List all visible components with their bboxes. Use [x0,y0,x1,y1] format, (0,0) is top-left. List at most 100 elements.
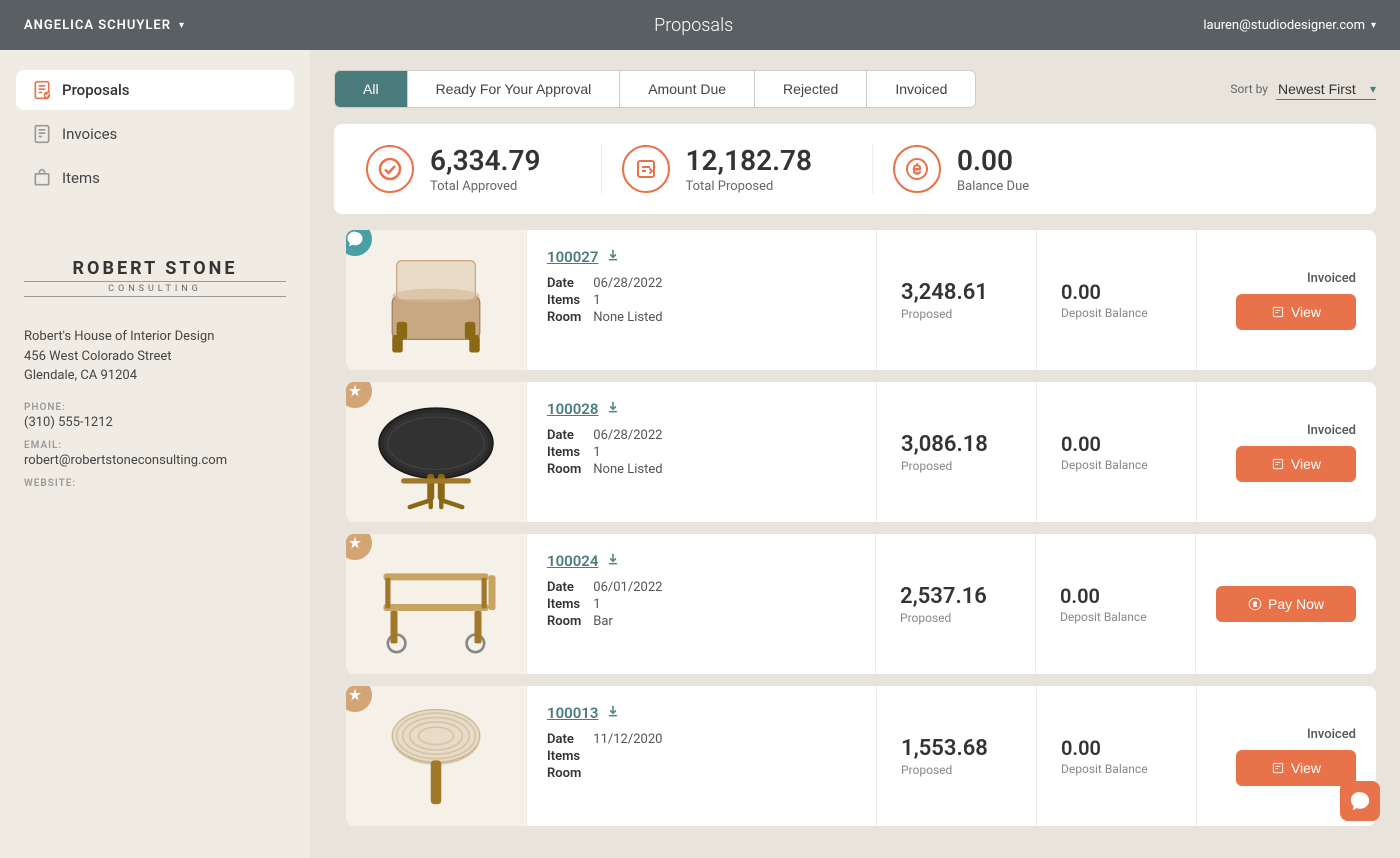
proposal-body: 100027 Date 06/28/2022 Items 1 Room None… [526,230,876,370]
proposal-room: None Listed [593,310,856,325]
company-email: robert@robertstoneconsulting.com [24,453,286,468]
proposal-items [593,749,856,764]
chair-svg [366,240,506,360]
company-phone: (310) 555-1212 [24,415,286,430]
sidebar-proposals-label: Proposals [62,81,130,99]
proposal-room: Bar [593,614,855,629]
proposal-amount: 3,248.61 Proposed [876,230,1036,370]
download-icon[interactable] [606,248,620,266]
email-label-field: EMAIL: [24,440,286,451]
date-label: Date [547,276,581,291]
user-email[interactable]: lauren@studiodesigner.com [1203,18,1365,33]
proposal-header: 100027 [547,248,856,266]
deposit-label: Deposit Balance [1061,762,1172,776]
email-chevron-icon[interactable]: ▾ [1371,20,1376,31]
proposal-deposit: 0.00 Deposit Balance [1036,230,1196,370]
stat-approved-values: 6,334.79 Total Approved [430,144,541,194]
proposal-header: 100024 [547,552,855,570]
proposal-action: Pay Now [1195,534,1376,674]
balance-label: Balance Due [957,179,1029,194]
items-icon [32,168,52,188]
date-label: Date [547,428,581,443]
deposit-label: Deposit Balance [1061,458,1172,472]
tab-all[interactable]: All [335,71,408,107]
nav-right: lauren@studiodesigner.com ▾ [1203,18,1376,33]
proposal-meta: Date 06/01/2022 Items 1 Room Bar [547,580,855,629]
proposal-action: Invoiced View [1196,382,1376,522]
sidebar-item-items[interactable]: Items [16,158,294,198]
proposal-image [346,534,526,674]
tab-amount-due[interactable]: Amount Due [620,71,755,107]
proposal-body: 100028 Date 06/28/2022 Items 1 Room None… [526,382,876,522]
date-label: Date [547,732,581,747]
stat-balance: 0.00 Balance Due [872,144,1049,194]
sort-select[interactable]: Newest First Oldest First [1276,79,1376,100]
proposal-room [593,766,856,781]
tab-ready[interactable]: Ready For Your Approval [408,71,621,107]
proposal-room: None Listed [593,462,856,477]
download-icon[interactable] [606,400,620,418]
room-label: Room [547,614,581,629]
proposal-id[interactable]: 100013 [547,704,598,722]
table-svg [366,392,506,512]
stats-card: 6,334.79 Total Approved 12,182.78 Total … [334,124,1376,214]
proposal-meta: Date 06/28/2022 Items 1 Room None Listed [547,276,856,325]
main-content: All Ready For Your Approval Amount Due R… [310,50,1400,858]
view-button[interactable]: View [1236,446,1356,482]
proposal-amount: 1,553.68 Proposed [876,686,1036,826]
proposal-deposit: 0.00 Deposit Balance [1035,534,1195,674]
company-address-line1: Robert's House of Interior Design [24,327,286,347]
chat-widget[interactable] [1340,781,1380,821]
sort-by-container: Sort by Newest First Oldest First [1230,79,1376,100]
proposal-amount: 3,086.18 Proposed [876,382,1036,522]
proposal-card: 100013 Date 11/12/2020 Items Room 1,553.… [346,686,1376,826]
tab-rejected[interactable]: Rejected [755,71,867,107]
user-chevron-icon[interactable]: ▾ [179,20,184,31]
deposit-value: 0.00 [1061,736,1172,760]
company-address: Robert's House of Interior Design 456 We… [24,327,286,386]
proposed-label: Total Proposed [686,179,813,194]
sidebar-item-invoices[interactable]: Invoices [16,114,294,154]
stat-proposed: 12,182.78 Total Proposed [601,144,833,194]
room-label: Room [547,766,581,781]
status-badge: Invoiced [1307,727,1356,742]
download-icon[interactable] [606,552,620,570]
view-button[interactable]: View [1236,750,1356,786]
items-label: Items [547,445,581,460]
proposal-deposit: 0.00 Deposit Balance [1036,686,1196,826]
pay-now-button[interactable]: Pay Now [1216,586,1356,622]
download-icon[interactable] [606,704,620,722]
proposal-image [346,686,526,826]
proposals-icon [32,80,52,100]
approved-label: Total Approved [430,179,541,194]
amount-value: 2,537.16 [900,584,1011,609]
items-label: Items [547,749,581,764]
proposal-card: 100028 Date 06/28/2022 Items 1 Room None… [346,382,1376,522]
proposal-id[interactable]: 100027 [547,248,598,266]
proposal-date: 06/28/2022 [593,276,856,291]
user-name[interactable]: ANGELICA SCHUYLER [24,18,171,33]
amount-value: 3,086.18 [901,432,1012,457]
top-nav: ANGELICA SCHUYLER ▾ Proposals lauren@stu… [0,0,1400,50]
proposal-action: Invoiced View [1196,230,1376,370]
proposal-header: 100013 [547,704,856,722]
proposal-id[interactable]: 100028 [547,400,598,418]
sidebar: Proposals Invoices Items [0,50,310,858]
view-button[interactable]: View [1236,294,1356,330]
proposal-date: 11/12/2020 [593,732,856,747]
sidebar-invoices-label: Invoices [62,125,117,143]
proposal-card: 100024 Date 06/01/2022 Items 1 Room Bar … [346,534,1376,674]
amount-value: 3,248.61 [901,280,1012,305]
items-label: Items [547,293,581,308]
deposit-value: 0.00 [1060,584,1171,608]
website-label: WEBSITE: [24,478,286,489]
status-badge: Invoiced [1307,423,1356,438]
proposal-meta: Date 06/28/2022 Items 1 Room None Listed [547,428,856,477]
company-logo: ROBERT STONE CONSULTING [24,258,286,297]
phone-label: PHONE: [24,402,286,413]
tab-invoiced[interactable]: Invoiced [867,71,975,107]
proposal-id[interactable]: 100024 [547,552,598,570]
company-address-line2: 456 West Colorado Street [24,347,286,367]
amount-value: 1,553.68 [901,736,1012,761]
sidebar-item-proposals[interactable]: Proposals [16,70,294,110]
